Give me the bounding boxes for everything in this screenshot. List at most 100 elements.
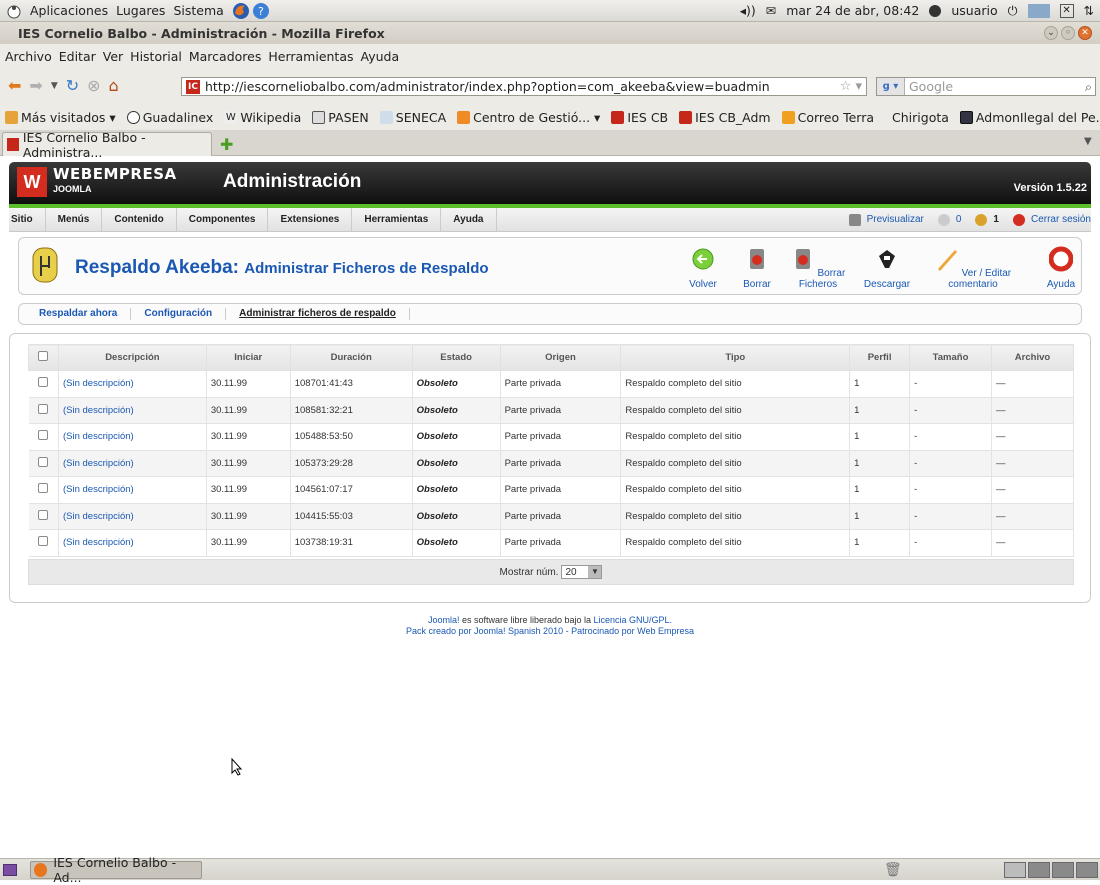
clock[interactable]: mar 24 de abr, 08:42: [786, 3, 919, 18]
menu-editar[interactable]: Editar: [59, 49, 96, 64]
row-description-link[interactable]: (Sin descripción): [58, 503, 207, 530]
col-perfil[interactable]: Perfil: [849, 344, 911, 371]
menu-sistema[interactable]: Sistema: [173, 3, 223, 18]
forward-icon[interactable]: ➡: [29, 78, 42, 94]
page-size-select[interactable]: 20 ▼: [561, 565, 603, 579]
col-tamano[interactable]: Tamaño: [909, 344, 992, 371]
jmenu-sitio[interactable]: Sitio: [9, 207, 46, 232]
row-checkbox[interactable]: [28, 529, 59, 557]
workspace-2[interactable]: [1028, 862, 1050, 878]
col-origen[interactable]: Origen: [499, 344, 622, 371]
row-description-link[interactable]: (Sin descripción): [58, 397, 207, 424]
submenu-configuracion[interactable]: Configuración: [131, 308, 227, 320]
bookmark-wikipedia[interactable]: W Wikipedia: [224, 110, 301, 125]
google-engine-icon[interactable]: g ▾: [877, 78, 905, 95]
menu-marcadores[interactable]: Marcadores: [189, 49, 262, 64]
select-all-checkbox[interactable]: [28, 344, 59, 371]
descargar-button[interactable]: Descargar: [862, 246, 912, 290]
row-description-link[interactable]: (Sin descripción): [58, 370, 207, 398]
workspace-4[interactable]: [1076, 862, 1098, 878]
search-icon[interactable]: ⌕: [1085, 79, 1092, 95]
bookmark-mas-visitados[interactable]: Más visitados ▾: [5, 110, 116, 125]
row-checkbox[interactable]: [28, 423, 59, 451]
messages-count[interactable]: 0: [956, 214, 962, 225]
jmenu-menus[interactable]: Menús: [46, 207, 103, 232]
stop-icon[interactable]: ⊗: [87, 78, 100, 94]
trash-icon[interactable]: 🗑: [884, 862, 902, 878]
search-bar[interactable]: g ▾ Google ⌕: [876, 77, 1096, 96]
borrar-ficheros-button[interactable]: Borrar Ficheros: [783, 246, 853, 290]
reload-icon[interactable]: ↻: [66, 78, 79, 94]
bookmark-centro-gestion[interactable]: Centro de Gestió... ▾: [457, 110, 600, 125]
logout-link[interactable]: Cerrar sesión: [1031, 214, 1091, 225]
bookmark-chirigota[interactable]: Chirigota: [892, 110, 949, 125]
row-checkbox[interactable]: [28, 397, 59, 424]
close-icon[interactable]: ✕: [1078, 26, 1092, 40]
bookmark-correo-terra[interactable]: Correo Terra: [781, 110, 874, 125]
home-icon[interactable]: ⌂: [109, 78, 119, 94]
close-window-icon[interactable]: ✕: [1059, 3, 1074, 18]
minimize-icon[interactable]: ⌄: [1044, 26, 1058, 40]
borrar-button[interactable]: Borrar: [739, 246, 775, 290]
joomla-spanish-link[interactable]: Pack creado por Joomla! Spanish 2010: [406, 626, 563, 636]
bookmark-guadalinex[interactable]: Guadalinex: [126, 110, 213, 125]
preview-link[interactable]: Previsualizar: [867, 214, 924, 225]
volume-icon[interactable]: ◂)): [740, 3, 756, 18]
gnome-foot-icon[interactable]: [6, 3, 22, 19]
bookmark-ies-cb[interactable]: IES CB: [611, 110, 668, 125]
bookmark-pasen[interactable]: PASEN: [312, 110, 369, 125]
bookmark-admonilegal[interactable]: AdmonIlegal del Pe...: [959, 110, 1100, 125]
workspace-1[interactable]: [1004, 862, 1026, 878]
col-duracion[interactable]: Duración: [289, 344, 413, 371]
col-estado[interactable]: Estado: [411, 344, 501, 371]
mail-icon[interactable]: ✉: [766, 3, 776, 18]
menu-archivo[interactable]: Archivo: [5, 49, 52, 64]
search-placeholder[interactable]: Google: [909, 79, 953, 94]
workspace-switcher[interactable]: [1004, 862, 1098, 878]
ayuda-button[interactable]: Ayuda: [1045, 246, 1077, 290]
menu-lugares[interactable]: Lugares: [116, 3, 165, 18]
jmenu-ayuda[interactable]: Ayuda: [441, 207, 497, 232]
col-iniciar[interactable]: Iniciar: [205, 344, 291, 371]
row-description-link[interactable]: (Sin descripción): [58, 529, 207, 557]
bookmark-star-icon[interactable]: ☆ ▾: [840, 79, 862, 94]
jmenu-herramientas[interactable]: Herramientas: [352, 207, 442, 232]
col-archivo[interactable]: Archivo: [990, 344, 1075, 371]
url-text[interactable]: http://iescorneliobalbo.com/administrato…: [205, 79, 770, 94]
menu-herramientas[interactable]: Herramientas: [268, 49, 353, 64]
jmenu-extensiones[interactable]: Extensiones: [268, 207, 353, 232]
help-launcher-icon[interactable]: ?: [252, 2, 270, 20]
maximize-icon[interactable]: ◦: [1061, 26, 1075, 40]
gpl-license-link[interactable]: Licencia GNU/GPL.: [594, 615, 673, 625]
new-tab-icon[interactable]: ✚: [220, 135, 233, 154]
row-description-link[interactable]: (Sin descripción): [58, 423, 207, 451]
menu-ver[interactable]: Ver: [103, 49, 123, 64]
jmenu-componentes[interactable]: Componentes: [177, 207, 269, 232]
row-description-link[interactable]: (Sin descripción): [58, 476, 207, 504]
firefox-launcher-icon[interactable]: [232, 2, 250, 20]
power-icon[interactable]: ⏻: [1008, 3, 1018, 19]
url-bar[interactable]: IC http://iescorneliobalbo.com/administr…: [181, 77, 867, 96]
row-checkbox[interactable]: [28, 476, 59, 504]
col-tipo[interactable]: Tipo: [620, 344, 851, 371]
editar-comentario-button[interactable]: Ver / Editar comentario: [923, 246, 1023, 290]
submenu-respaldar-ahora[interactable]: Respaldar ahora: [19, 308, 132, 320]
taskbar-window-button[interactable]: IES Cornelio Balbo - Ad...: [30, 855, 202, 885]
submenu-administrar-ficheros[interactable]: Administrar ficheros de respaldo: [226, 308, 410, 320]
volver-button[interactable]: Volver: [683, 246, 723, 290]
window-titlebar[interactable]: IES Cornelio Balbo - Administración - Mo…: [0, 22, 1100, 44]
menu-historial[interactable]: Historial: [130, 49, 182, 64]
menu-aplicaciones[interactable]: Aplicaciones: [30, 3, 108, 18]
webempresa-link[interactable]: Patrocinado por Web Empresa: [571, 626, 694, 636]
row-checkbox[interactable]: [28, 370, 59, 398]
history-dropdown-icon[interactable]: ▼: [51, 78, 58, 94]
user-name[interactable]: usuario: [951, 3, 997, 18]
tab-ies-cornelio-balbo[interactable]: IES Cornelio Balbo - Administra...: [2, 130, 212, 160]
workspace-3[interactable]: [1052, 862, 1074, 878]
row-checkbox[interactable]: [28, 450, 59, 477]
jmenu-contenido[interactable]: Contenido: [102, 207, 177, 232]
back-icon[interactable]: ⬅: [8, 78, 21, 94]
menu-ayuda[interactable]: Ayuda: [361, 49, 400, 64]
tab-list-icon[interactable]: ▼: [1084, 136, 1092, 147]
row-description-link[interactable]: (Sin descripción): [58, 450, 207, 477]
